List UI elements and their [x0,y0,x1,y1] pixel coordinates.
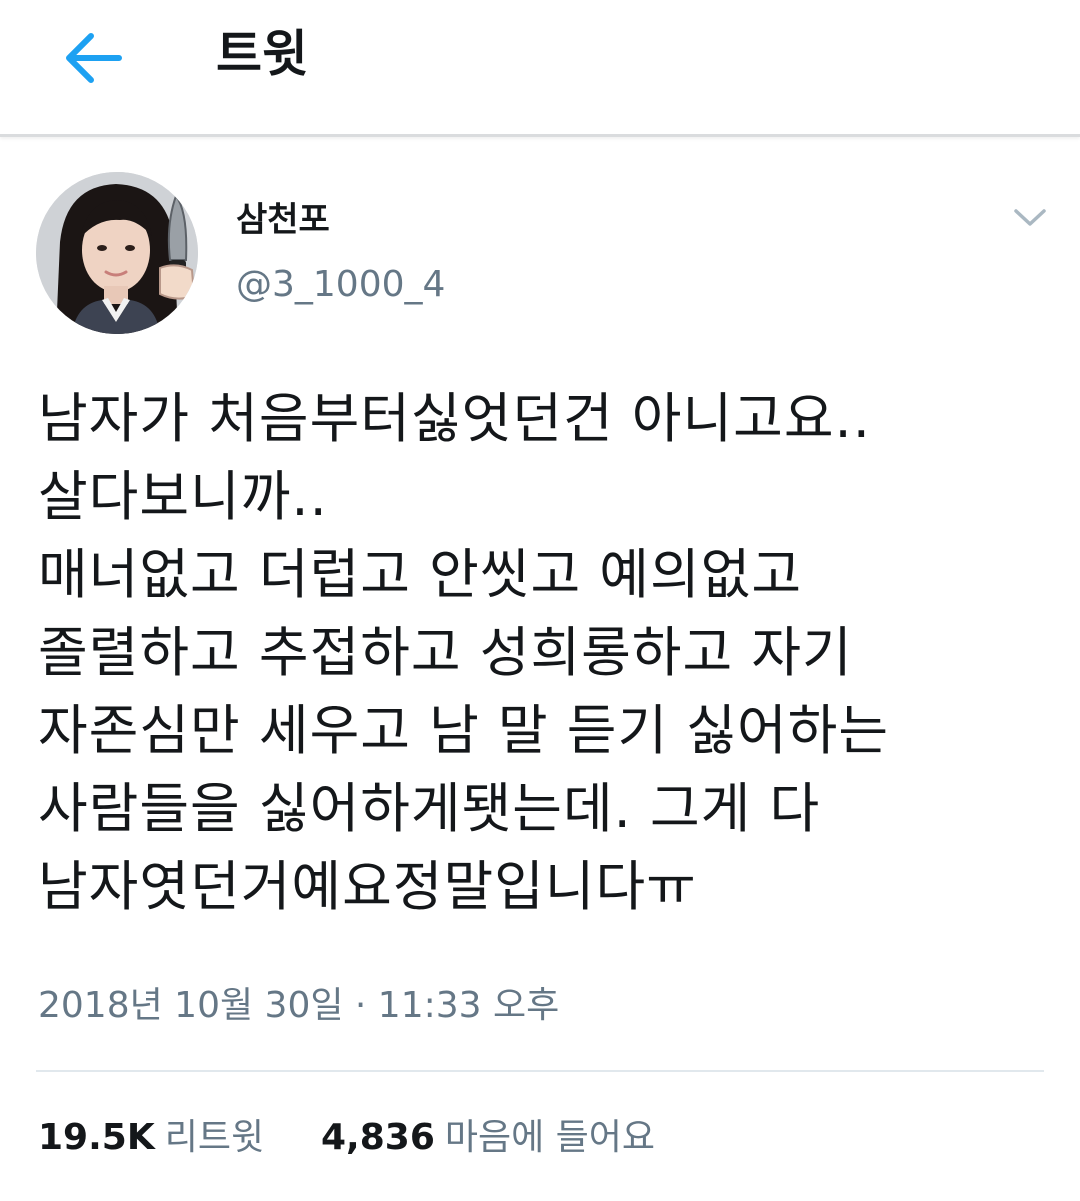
tweet-line: 사람들을 싫어하게됏는데. 그게 다 [38,777,821,840]
avatar[interactable] [36,172,198,334]
author-display-name[interactable]: 삼천포 [236,198,330,242]
retweets-label: 리트윗 [164,1117,265,1158]
avatar-photo [36,172,198,334]
tweet-line: 남자가 처음부터싫엇던건 아니고요.. [38,387,871,450]
tweet-line: 졸렬하고 추접하고 성희롱하고 자기 [38,621,853,684]
likes-stat[interactable]: 4,836 마음에 들어요 [310,1117,656,1158]
tweet-line: 남자엿던거예요정말입니다ㅠ [38,855,697,918]
tweet-stats: 19.5K 리트윗 4,836 마음에 들어요 [38,1112,655,1164]
tweet-timestamp: 2018년 10월 30일 · 11:33 오후 [38,985,560,1026]
tweet-body: 남자가 처음부터싫엇던건 아니고요.. 살다보니까.. 매너없고 더럽고 안씻고… [38,380,1048,926]
tweet-line: 매너없고 더럽고 안씻고 예의없고 [38,543,803,606]
tweet-line: 자존심만 세우고 남 말 듣기 싫어하는 [38,699,890,762]
arrow-left-icon [66,33,122,83]
divider [36,1070,1044,1072]
chevron-down-icon [1014,209,1046,226]
tweet-line: 살다보니까.. [38,465,328,528]
back-button[interactable] [52,22,132,94]
likes-label: 마음에 들어요 [444,1117,656,1158]
author-handle[interactable]: @3_1000_4 [236,262,445,308]
retweets-count: 19.5K [38,1117,155,1158]
page-title: 트윗 [216,25,308,83]
tweet-menu-button[interactable] [1004,196,1056,240]
top-bar: 트윗 [0,0,1080,137]
retweets-stat[interactable]: 19.5K 리트윗 [38,1117,276,1158]
likes-count: 4,836 [321,1117,435,1158]
